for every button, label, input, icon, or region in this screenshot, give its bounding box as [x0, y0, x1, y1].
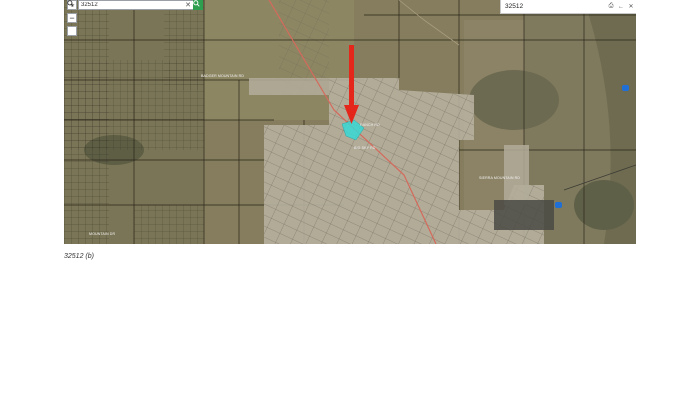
search-icon	[193, 0, 200, 7]
parcel-info-panel: 32512 ⎙ ← ✕	[500, 0, 636, 14]
figure-caption: 32512 (b)	[64, 253, 94, 260]
road-label: SIERRA MOUNTAIN RD	[479, 176, 521, 180]
close-icon[interactable]: ✕	[626, 3, 636, 10]
search-box: ✕	[78, 0, 200, 10]
zoom-out-button[interactable]: −	[67, 13, 77, 23]
route-shield-icon	[622, 85, 629, 91]
route-shield-icon	[555, 202, 562, 208]
search-input[interactable]	[79, 1, 183, 9]
panel-title: 32512	[505, 3, 524, 10]
back-icon[interactable]: ←	[616, 4, 626, 10]
map-toolbar: + −	[67, 0, 77, 36]
map-view[interactable]: BADGER MOUNTAIN RD RANCH RD BIG SKY RD S…	[64, 0, 636, 244]
road-label: MOUNTAIN DR	[89, 232, 116, 236]
search-zoom-button[interactable]	[67, 0, 77, 36]
road-label: RANCH RD	[360, 123, 380, 127]
satellite-map	[64, 0, 636, 244]
print-icon[interactable]: ⎙	[606, 3, 616, 10]
close-icon[interactable]: ✕	[183, 1, 193, 9]
road-label: BADGER MOUNTAIN RD	[201, 74, 245, 78]
search-button[interactable]	[193, 0, 203, 10]
road-label: BIG SKY RD	[354, 146, 376, 150]
search-zoom-icon	[67, 0, 74, 7]
